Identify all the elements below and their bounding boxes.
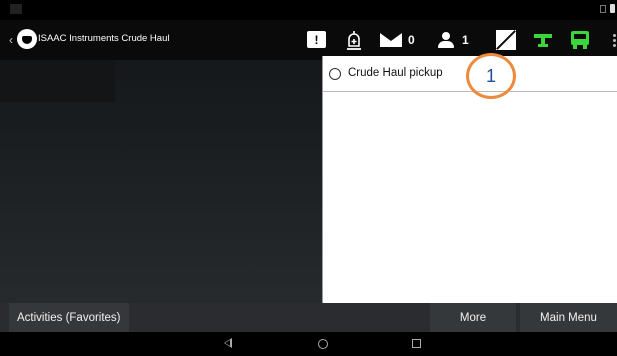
app-header: ‹ ISAAC Instruments Crude Haul ! 0 1 (0, 20, 617, 60)
android-nav-bar (0, 332, 617, 356)
bottom-bar: Activities (Favorites) More Main Menu (0, 303, 617, 332)
callout-marker: 1 (466, 53, 516, 99)
overflow-icon[interactable] (612, 29, 617, 51)
status-icons (600, 4, 615, 13)
callout-number: 1 (485, 65, 496, 86)
favorites-button[interactable]: Activities (Favorites) (9, 303, 129, 332)
users-button[interactable]: 1 (438, 29, 469, 51)
tool-icon[interactable] (533, 29, 553, 51)
mail-count: 0 (408, 33, 415, 47)
diagnostic-icon[interactable] (496, 30, 516, 50)
back-chevron-icon[interactable]: ‹ (9, 33, 13, 47)
alarm-icon[interactable] (345, 29, 363, 51)
battery-icon (610, 4, 615, 13)
notification-icon (10, 4, 22, 14)
system-status-bar (0, 0, 617, 20)
nav-back-icon[interactable] (224, 338, 232, 348)
app-title: ISAAC Instruments Crude Haul (38, 33, 170, 44)
message-alert-icon[interactable]: ! (307, 31, 326, 48)
list-item-label: Crude Haul pickup (348, 67, 443, 79)
main-menu-button[interactable]: Main Menu (520, 303, 617, 332)
mail-button[interactable]: 0 (380, 29, 415, 51)
radio-button[interactable] (329, 68, 341, 80)
nav-home-icon[interactable] (318, 339, 328, 349)
left-pane (0, 60, 322, 303)
left-pane-shade (0, 60, 115, 102)
person-icon (438, 32, 454, 48)
activity-list-panel: Crude Haul pickup (322, 56, 617, 303)
nav-recent-icon[interactable] (412, 339, 421, 348)
app-logo (17, 29, 37, 49)
truck-icon[interactable] (570, 29, 590, 51)
mail-icon (380, 33, 402, 47)
sim-icon (600, 4, 606, 13)
users-count: 1 (462, 33, 469, 47)
more-button[interactable]: More (430, 303, 516, 332)
